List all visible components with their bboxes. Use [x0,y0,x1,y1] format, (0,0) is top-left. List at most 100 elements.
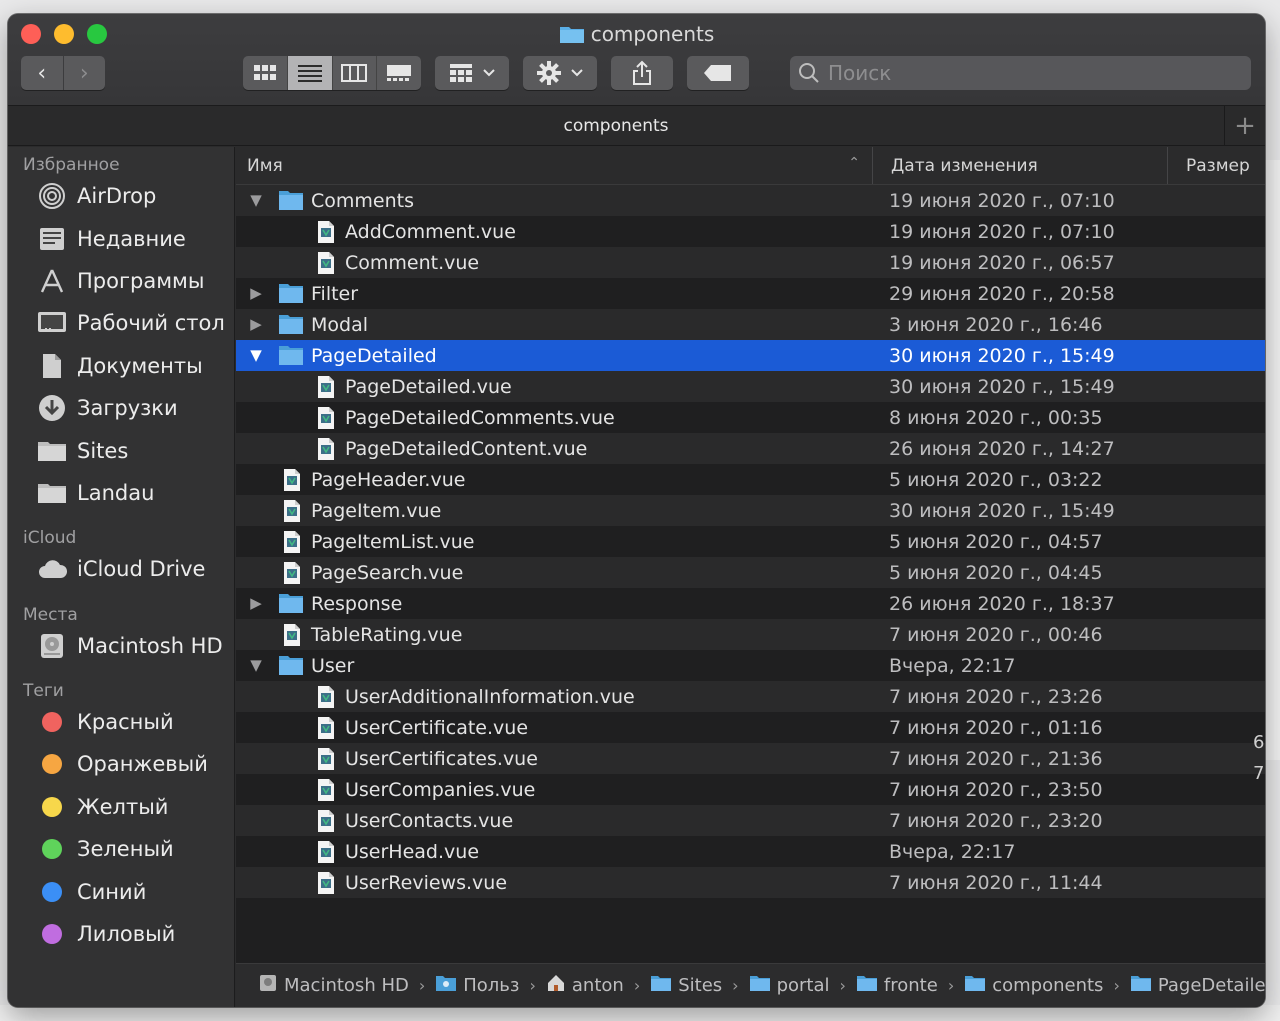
path-segment[interactable]: portal [749,974,830,997]
folder-row[interactable]: ▼ PageDetailed 30 июня 2020 г., 15:49 [236,340,1265,371]
sidebar-item-landau[interactable]: Landau [8,472,234,514]
path-segment[interactable]: Macintosh HD [258,973,409,998]
file-date: 7 июня 2020 г., 11:44 [889,871,1103,894]
file-row[interactable]: UserAdditionalInformation.vue 7 июня 2020… [236,681,1265,712]
new-tab-button[interactable]: + [1225,106,1265,146]
folder-row[interactable]: ▼ User Вчера, 22:17 [236,650,1265,681]
disclosure-expanded-icon[interactable]: ▼ [246,655,266,675]
share-icon [633,60,651,85]
folder-row[interactable]: ▼ Comments 19 июня 2020 г., 07:10 [236,185,1265,216]
back-button[interactable]: ‹ [21,56,63,90]
file-name: UserCertificates.vue [345,747,538,770]
sidebar-item-зеленый[interactable]: Зеленый [8,828,234,870]
file-row[interactable]: Comment.vue 19 июня 2020 г., 06:57 [236,247,1265,278]
file-row[interactable]: AddComment.vue 19 июня 2020 г., 07:10 [236,216,1265,247]
column-size-label: Размер [1186,155,1250,176]
tag-icon [704,65,731,81]
sidebar-item-программы[interactable]: Программы [8,260,234,302]
file-row[interactable]: UserContacts.vue 7 июня 2020 г., 23:20 [236,805,1265,836]
sidebar-item-загрузки[interactable]: Загрузки [8,387,234,429]
sidebar-item-красный[interactable]: Красный [8,701,234,743]
share-button[interactable] [611,56,673,90]
file-row[interactable]: PageDetailedContent.vue 26 июня 2020 г., … [236,433,1265,464]
gallery-view-button[interactable] [376,56,421,90]
tab-bar: components + [8,106,1265,146]
file-row[interactable]: UserCertificates.vue 7 июня 2020 г., 21:3… [236,743,1265,774]
search-input[interactable] [828,61,1228,85]
tag-color-dot-icon [36,748,68,780]
background-desktop [0,1005,1280,1021]
favorites-list: AirDrop Недавние Программы Рабочий стол Доку… [8,175,234,514]
vue-file-icon [282,468,306,492]
column-name-header[interactable]: Имя ⌃ [236,147,873,184]
icon-view-button[interactable] [243,56,287,90]
file-row[interactable]: UserCertificate.vue 7 июня 2020 г., 01:16 [236,712,1265,743]
vue-file-icon [316,437,340,461]
path-segment[interactable]: anton [546,973,624,998]
file-row[interactable]: PageHeader.vue 5 июня 2020 г., 03:22 [236,464,1265,495]
disclosure-collapsed-icon[interactable]: ▶ [246,283,266,303]
sidebar-item-label: Недавние [77,226,186,251]
file-row[interactable]: UserHead.vue Вчера, 22:17 [236,836,1265,867]
path-segment-label: components [992,975,1104,996]
tab-components[interactable]: components [8,106,1225,146]
sidebar-item-оранжевый[interactable]: Оранжевый [8,743,234,785]
chevron-right-icon: › [633,976,641,995]
column-view-button[interactable] [331,56,377,90]
sidebar-item-синий[interactable]: Синий [8,870,234,912]
chevron-right-icon: › [839,976,846,995]
file-row[interactable]: PageSearch.vue 5 июня 2020 г., 04:45 [236,557,1265,588]
path-segment[interactable]: Sites [650,974,722,997]
vue-file-icon [282,561,306,585]
sidebar-item-airdrop[interactable]: AirDrop [8,175,234,217]
sidebar-item-macintosh-hd[interactable]: Macintosh HD [8,625,234,667]
sidebar-item-желтый[interactable]: Желтый [8,786,234,828]
file-row[interactable]: TableRating.vue 7 июня 2020 г., 00:46 [236,619,1265,650]
folder-row[interactable]: ▶ Response 26 июня 2020 г., 18:37 [236,588,1265,619]
sidebar-item-рабочий-стол[interactable]: Рабочий стол [8,302,234,344]
disclosure-expanded-icon[interactable]: ▼ [246,190,266,210]
column-date-header[interactable]: Дата изменения [873,147,1168,184]
file-date: 7 июня 2020 г., 00:46 [889,623,1103,646]
search-field[interactable] [790,56,1251,90]
list-view-button[interactable] [286,56,332,90]
path-segment[interactable]: Польз [435,974,519,997]
disclosure-collapsed-icon[interactable]: ▶ [246,314,266,334]
tags-button[interactable] [687,56,749,90]
icon-grid-icon [253,65,276,80]
disclosure-collapsed-icon[interactable]: ▶ [246,593,266,613]
file-date: 5 июня 2020 г., 03:22 [889,468,1103,491]
file-row[interactable]: UserCompanies.vue 7 июня 2020 г., 23:50 [236,774,1265,805]
path-segment[interactable]: components [964,974,1103,997]
file-date: Вчера, 22:17 [889,840,1016,863]
toolbar: components ‹ › [8,14,1265,106]
path-segment[interactable]: fronte [856,974,938,997]
forward-button[interactable]: › [62,56,106,90]
sidebar-item-icloud-drive[interactable]: iCloud Drive [8,548,234,590]
sidebar-item-документы[interactable]: Документы [8,345,234,387]
folder-icon [749,974,771,997]
vue-file-icon [282,623,306,647]
recents-icon [36,223,68,255]
folder-row[interactable]: ▶ Modal 3 июня 2020 г., 16:46 [236,309,1265,340]
action-menu-button[interactable] [523,56,597,90]
tag-color-dot-icon [36,918,68,950]
file-row[interactable]: UserReviews.vue 7 июня 2020 г., 11:44 [236,867,1265,898]
path-segment[interactable]: PageDetailed [1130,974,1265,997]
group-by-button[interactable] [435,56,509,90]
disclosure-expanded-icon[interactable]: ▼ [246,345,266,365]
file-row[interactable]: PageItemList.vue 5 июня 2020 г., 04:57 [236,526,1265,557]
column-size-header[interactable]: Размер [1168,147,1250,184]
folder-icon [36,477,68,509]
file-name: Response [311,592,403,615]
file-name: TableRating.vue [311,623,463,646]
file-row[interactable]: PageItem.vue 30 июня 2020 г., 15:49 [236,495,1265,526]
sidebar-item-label: Landau [77,480,155,505]
file-row[interactable]: PageDetailedComments.vue 8 июня 2020 г., … [236,402,1265,433]
sidebar-item-лиловый[interactable]: Лиловый [8,913,234,955]
sidebar-item-недавние[interactable]: Недавние [8,217,234,259]
file-row[interactable]: PageDetailed.vue 30 июня 2020 г., 15:49 [236,371,1265,402]
folder-row[interactable]: ▶ Filter 29 июня 2020 г., 20:58 [236,278,1265,309]
sidebar-item-sites[interactable]: Sites [8,429,234,471]
clipped-size-value: 7 [1253,763,1265,784]
